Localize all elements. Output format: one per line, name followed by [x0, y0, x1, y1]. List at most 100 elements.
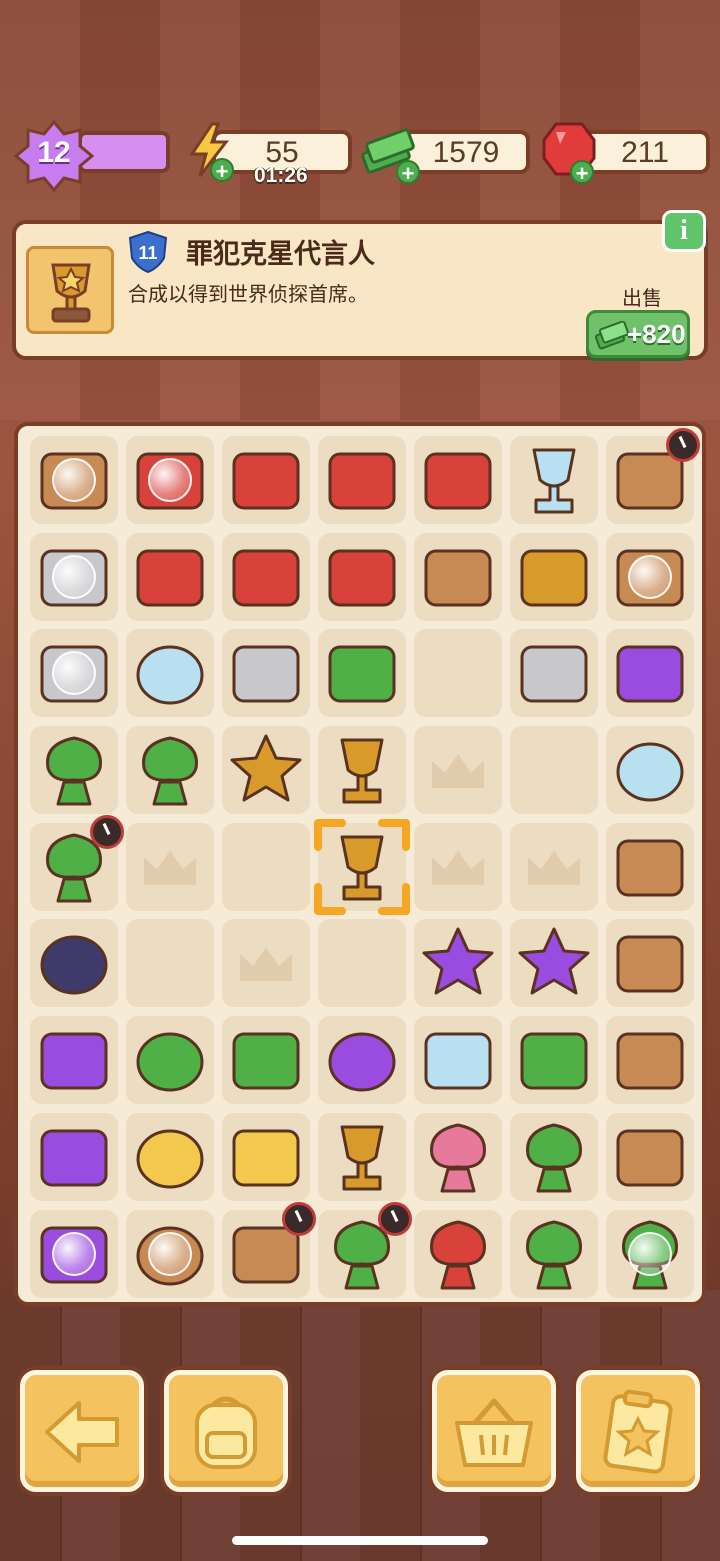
- arrow-left-icon: [45, 1401, 119, 1463]
- board-cell-shoeprint-photo[interactable]: [510, 629, 598, 718]
- bubble-overlay: [52, 458, 96, 502]
- sell-label: 出售: [622, 286, 662, 310]
- cash-bundle-icon: [520, 1032, 588, 1090]
- board-cell-red-tray-box[interactable]: [414, 436, 502, 524]
- board-cell-locked-slot[interactable]: [414, 726, 502, 815]
- board-cell-empty[interactable]: [318, 919, 406, 1008]
- crystal-round-trophy-icon: [340, 738, 384, 804]
- board-cell-purple-bicycle[interactable]: [30, 1016, 118, 1105]
- board-cell-wooden-crate-open[interactable]: [606, 532, 694, 621]
- board-cell-stacked-boxes[interactable]: [606, 822, 694, 911]
- board-cell-red-pliers[interactable]: [126, 532, 214, 621]
- board-cell-yellow-glasses[interactable]: [126, 629, 214, 718]
- board-cell-gold-figure[interactable]: [318, 1112, 406, 1201]
- tasks-clipboard-button[interactable]: [576, 1370, 700, 1492]
- board-cell-flower-bouquet-blue[interactable]: [414, 1112, 502, 1201]
- item-level-shield-icon: 11: [128, 230, 168, 274]
- board-cell-gold-trophy[interactable]: [314, 818, 410, 915]
- board-cell-magnifier[interactable]: [606, 726, 694, 815]
- board-cell-green-brush[interactable]: [222, 1016, 310, 1105]
- gem-counter[interactable]: 211: [580, 130, 710, 174]
- green-brush-icon: [232, 1032, 300, 1090]
- board-cell-footprint-photo[interactable]: [222, 629, 310, 718]
- board-cell-flower-bouquet-red[interactable]: [414, 1209, 502, 1298]
- board-cell-flat-box[interactable]: [606, 1016, 694, 1105]
- board-cell-locked-slot[interactable]: [414, 822, 502, 911]
- board-cell-red-axe[interactable]: [222, 532, 310, 621]
- board-cell-crime-scene-tape-box[interactable]: [30, 436, 118, 524]
- board-cell-empty[interactable]: [510, 726, 598, 815]
- gold-trophy-icon: [51, 263, 91, 323]
- board-cell-green-bush[interactable]: [126, 726, 214, 815]
- board-cell-dark-ink-drop[interactable]: [606, 629, 694, 718]
- board-cell-family-portrait[interactable]: [222, 1201, 316, 1298]
- shop-basket-button[interactable]: [432, 1370, 556, 1492]
- yellow-barrier-icon: [520, 549, 588, 607]
- sell-button[interactable]: +820: [586, 310, 690, 358]
- cash-value: 1579: [432, 136, 500, 169]
- cash-plus-icon[interactable]: +: [396, 160, 420, 185]
- board-cell-purple-car[interactable]: [30, 1209, 118, 1298]
- board-cell-empty[interactable]: [126, 919, 214, 1008]
- board-cell-locked-slot[interactable]: [510, 822, 598, 911]
- board-cell-yellow-pumpkin-pot[interactable]: [126, 1209, 214, 1298]
- purple-bicycle-icon: [40, 1032, 108, 1090]
- timer-lock-icon: [282, 1201, 316, 1236]
- board-cell-locked-slot[interactable]: [222, 919, 310, 1008]
- board-cell-locked-slot[interactable]: [126, 822, 214, 911]
- board-cell-red-toolbox-large[interactable]: [222, 436, 310, 524]
- home-indicator: [232, 1536, 488, 1545]
- board-cell-cash-pile[interactable]: [318, 629, 406, 718]
- board-cell-yellow-frisbee[interactable]: [126, 1112, 214, 1201]
- gem-value: 211: [621, 136, 669, 169]
- board-cell-bonsai-tall[interactable]: [510, 1209, 598, 1298]
- item-info-panel: 11 罪犯克星代言人 合成以得到世界侦探首席。 i 出售 +820: [12, 210, 708, 360]
- board-cell-potted-herb[interactable]: [606, 1209, 694, 1298]
- top-bar: 12 55 + 01:26 1579 + 211 +: [8, 118, 712, 192]
- board-cell-empty[interactable]: [222, 822, 310, 911]
- purple-scooter-icon: [40, 1129, 108, 1187]
- board-cell-red-toolbox-open[interactable]: [318, 436, 406, 524]
- info-button[interactable]: i: [662, 210, 706, 252]
- dark-ink-drop-icon: [616, 645, 684, 703]
- board-cell-evidence-fence[interactable]: [30, 532, 118, 621]
- timer-lock-icon: [90, 814, 124, 849]
- item-level-number: 11: [138, 243, 157, 263]
- board-cell-bike-wheels[interactable]: [30, 919, 118, 1008]
- board-cell-green-sprout[interactable]: [30, 726, 118, 815]
- board-cell-garden-fork[interactable]: [414, 532, 502, 621]
- board-cell-empty[interactable]: [414, 629, 502, 718]
- board-cell-bonsai-small[interactable]: [510, 1112, 598, 1201]
- flat-box-stack-icon: [616, 935, 684, 993]
- board-cell-trowel[interactable]: [318, 532, 406, 621]
- gem-plus-icon[interactable]: +: [570, 160, 594, 185]
- back-button[interactable]: [20, 1370, 144, 1492]
- board-cell-potted-plant[interactable]: [30, 814, 124, 911]
- board-cell-cardboard-box-open[interactable]: [606, 428, 700, 524]
- board-cell-green-sponge[interactable]: [126, 1016, 214, 1105]
- board-cell-purple-star[interactable]: [414, 919, 502, 1008]
- board-cell-purple-star-smile[interactable]: [510, 919, 598, 1008]
- board-cell-purple-blob[interactable]: [318, 1016, 406, 1105]
- board-cell-flat-box-stack[interactable]: [606, 919, 694, 1008]
- board-cell-purple-scooter[interactable]: [30, 1112, 118, 1201]
- yellow-bucket-icon: [232, 1129, 300, 1187]
- board-cell-yellow-barrier[interactable]: [510, 532, 598, 621]
- board-cell-red-tool-kit-open[interactable]: [126, 436, 214, 524]
- board-cell-clay-pot[interactable]: [606, 1112, 694, 1201]
- board-cell-evidence-case[interactable]: [30, 629, 118, 718]
- merge-grid: [30, 428, 700, 1298]
- purple-blob-icon: [328, 1032, 396, 1092]
- board-cell-crystal-round-trophy[interactable]: [318, 726, 406, 815]
- board-cell-bonsai-medium[interactable]: [318, 1201, 412, 1298]
- board-cell-crystal-shield[interactable]: [414, 1016, 502, 1105]
- energy-plus-icon[interactable]: +: [210, 158, 234, 183]
- backpack-button[interactable]: [164, 1370, 288, 1492]
- green-sprout-icon: [46, 736, 102, 806]
- board-cell-crystal-star-trophy[interactable]: [222, 726, 310, 815]
- cash-counter[interactable]: 1579: [402, 130, 530, 174]
- board-cell-yellow-bucket[interactable]: [222, 1112, 310, 1201]
- item-title: 罪犯克星代言人: [186, 239, 375, 270]
- board-cell-porcelain-vase[interactable]: [510, 436, 598, 524]
- board-cell-cash-bundle[interactable]: [510, 1016, 598, 1105]
